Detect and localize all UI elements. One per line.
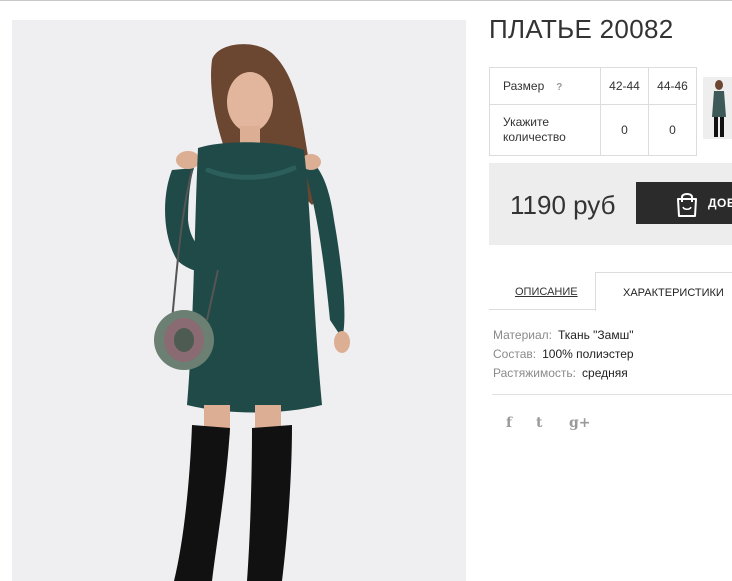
price-box: 1190 руб ДОБ (489, 163, 732, 245)
product-title: ПЛАТЬЕ 20082 (489, 14, 674, 44)
help-icon[interactable]: ? (556, 82, 562, 93)
product-price: 1190 руб (510, 190, 616, 220)
characteristics-list: Материал: Ткань "Замш" Состав: 100% полиэс… (493, 326, 634, 383)
top-divider (0, 0, 732, 1)
quantity-row: Укажите количество 0 0 (489, 104, 697, 156)
tab-description[interactable]: ОПИСАНИЕ (515, 272, 578, 310)
property-row: Растяжимость: средняя (493, 364, 634, 383)
size-option-44-46: 44-46 (648, 67, 697, 105)
property-row: Материал: Ткань "Замш" (493, 326, 634, 345)
size-quantity-table: Размер? 42-44 44-46 Укажите количество 0… (489, 67, 697, 156)
property-row: Состав: 100% полиэстер (493, 345, 634, 364)
thumbnail-illustration (712, 80, 726, 137)
google-plus-icon[interactable]: g+ (569, 415, 591, 431)
property-label: Состав: (493, 347, 537, 361)
quantity-input-42-44[interactable]: 0 (600, 104, 649, 156)
property-label: Растяжимость: (493, 366, 577, 380)
quantity-label: Укажите количество (489, 104, 601, 156)
property-value: Ткань "Замш" (557, 328, 634, 342)
size-label-cell: Размер? (489, 67, 601, 105)
model-illustration (154, 44, 350, 581)
add-to-cart-label: ДОБ (708, 196, 732, 210)
property-label: Материал: (493, 328, 552, 342)
property-value: 100% полиэстер (542, 347, 634, 361)
size-label: Размер (503, 79, 545, 93)
property-value: средняя (582, 366, 628, 380)
size-option-42-44: 42-44 (600, 67, 649, 105)
product-tabs: ОПИСАНИЕ ХАРАКТЕРИСТИКИ (489, 272, 732, 311)
tab-characteristics[interactable]: ХАРАКТЕРИСТИКИ (595, 272, 732, 311)
product-thumbnail[interactable] (703, 77, 732, 139)
twitter-icon[interactable]: t (536, 415, 542, 431)
shopping-bag-icon (677, 193, 697, 217)
add-to-cart-button[interactable]: ДОБ (636, 182, 732, 224)
facebook-icon[interactable]: f (506, 415, 512, 431)
size-row: Размер? 42-44 44-46 (489, 67, 697, 105)
section-divider (492, 394, 732, 395)
quantity-input-44-46[interactable]: 0 (648, 104, 697, 156)
product-photo[interactable] (12, 20, 466, 581)
